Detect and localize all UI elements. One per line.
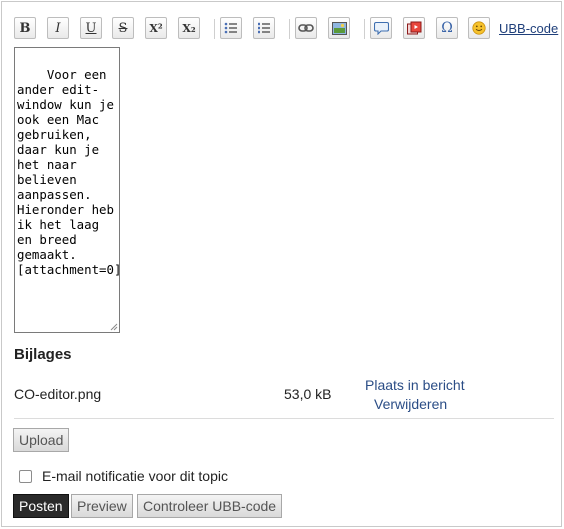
subscript-icon: X₂ xyxy=(182,21,196,35)
bold-icon: B xyxy=(19,20,31,36)
notify-checkbox[interactable] xyxy=(19,469,32,483)
attachment-size: 53,0 kB xyxy=(284,386,332,402)
attachment-actions: Plaats in bericht Verwijderen xyxy=(365,376,525,414)
upload-button[interactable]: Upload xyxy=(13,428,70,452)
post-button[interactable]: Posten xyxy=(13,494,69,518)
notify-label: E-mail notificatie voor dit topic xyxy=(42,468,228,484)
link-button[interactable] xyxy=(295,17,317,39)
underline-button[interactable]: U xyxy=(80,17,102,39)
attachment-filename: CO-editor.png xyxy=(14,386,102,402)
smiley-button[interactable] xyxy=(468,17,490,39)
strikethrough-icon: S xyxy=(118,20,128,36)
italic-icon: I xyxy=(55,20,61,36)
toolbar-separator xyxy=(289,19,290,39)
insert-attachment-link[interactable]: Plaats in bericht xyxy=(365,377,465,393)
subscript-button[interactable]: X₂ xyxy=(178,17,200,39)
attachments-heading: Bijlages xyxy=(14,346,72,363)
notify-option: E-mail notificatie voor dit topic xyxy=(19,468,228,484)
formatting-toolbar: B I U S X² X₂ Ω UBB-code xyxy=(14,17,559,43)
superscript-icon: X² xyxy=(149,21,163,35)
omega-icon: Ω xyxy=(441,20,453,36)
numbered-list-icon xyxy=(258,22,270,34)
delete-attachment-link[interactable]: Verwijderen xyxy=(374,396,447,412)
check-ubb-button[interactable]: Controleer UBB-code xyxy=(137,494,283,518)
message-textarea[interactable]: Voor een ander edit-window kun je ook ee… xyxy=(14,47,120,333)
bullet-list-icon xyxy=(224,22,237,34)
bold-button[interactable]: B xyxy=(14,17,36,39)
quote-button[interactable] xyxy=(370,17,392,39)
youtube-button[interactable] xyxy=(403,17,425,39)
smiley-icon xyxy=(472,21,486,35)
toolbar-separator xyxy=(364,19,365,39)
strikethrough-button[interactable]: S xyxy=(112,17,134,39)
video-icon xyxy=(406,21,421,34)
special-char-button[interactable]: Ω xyxy=(436,17,458,39)
message-text: Voor een ander edit-window kun je ook ee… xyxy=(17,67,120,277)
attachment-row: CO-editor.png 53,0 kB Plaats in bericht … xyxy=(14,374,554,419)
speech-bubble-icon xyxy=(373,21,389,35)
ubb-code-link[interactable]: UBB-code xyxy=(499,21,558,36)
image-button[interactable] xyxy=(328,17,350,39)
resize-grip-icon[interactable] xyxy=(108,321,118,331)
image-icon xyxy=(331,21,347,35)
underline-icon: U xyxy=(85,20,97,36)
post-editor-panel: B I U S X² X₂ Ω UBB-code Voor een ander … xyxy=(1,1,562,527)
toolbar-separator xyxy=(214,19,215,39)
italic-button[interactable]: I xyxy=(47,17,69,39)
superscript-button[interactable]: X² xyxy=(145,17,167,39)
preview-button[interactable]: Preview xyxy=(71,494,133,518)
bullet-list-button[interactable] xyxy=(220,17,242,39)
numbered-list-button[interactable] xyxy=(253,17,275,39)
link-icon xyxy=(298,24,314,32)
